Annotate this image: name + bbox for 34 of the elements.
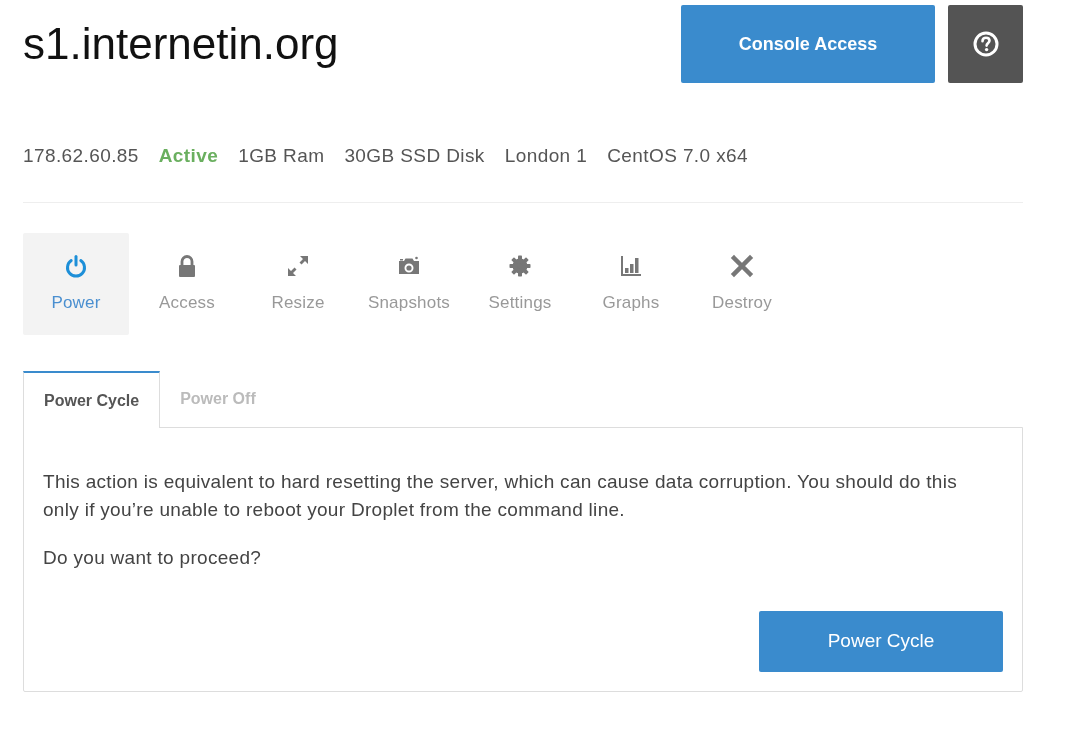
nav-tab-label: Settings [488,292,552,314]
diagonal-arrows-icon [286,254,310,278]
nav-tab[interactable]: Graphs [578,233,684,335]
nav-tab-label: Graphs [602,292,660,314]
droplet-detail: London 1 [504,144,588,168]
power-icon [64,254,88,278]
droplet-detail: 1GB Ram [238,144,325,168]
action-tab[interactable]: Power Cycle [23,371,161,428]
page-title: s1.internetin.org [23,18,339,70]
help-icon [972,31,999,57]
nav-tab[interactable]: Access [134,233,240,335]
nav-tab-label: Power [51,292,101,314]
nav-tab[interactable]: Resize [245,233,351,335]
panel-text: This action is equivalent to hard resetting the server, which can cause data corruption. You should do this only if you’re unable to reboot your Droplet from the command line. [43,470,959,522]
nav-tab-label: Access [159,292,215,314]
action-tab[interactable]: Power Off [160,371,276,427]
panel-text: Do you want to proceed? [43,546,263,570]
nav-tab-label: Resize [271,292,325,314]
droplet-detail: 30GB SSD Disk [344,144,485,168]
droplet-detail: CentOS 7.0 x64 [607,144,748,168]
nav-tab-label: Destroy [712,292,772,314]
nav-tab[interactable]: Snapshots [356,233,462,335]
help-button[interactable] [948,5,1023,83]
nav-tab[interactable]: Destroy [689,233,795,335]
gear-icon [508,254,532,278]
power-cycle-button[interactable]: Power Cycle [759,611,1003,672]
status-label: Active [158,144,219,168]
bar-chart-icon [619,254,643,278]
droplet-detail: 178.62.60.85 [23,144,139,168]
nav-tab-label: Snapshots [367,292,451,314]
nav-tab[interactable]: Settings [467,233,573,335]
nav-tab[interactable]: Power [23,233,129,335]
x-icon [730,254,754,278]
console-access-button[interactable]: Console Access [681,5,935,83]
